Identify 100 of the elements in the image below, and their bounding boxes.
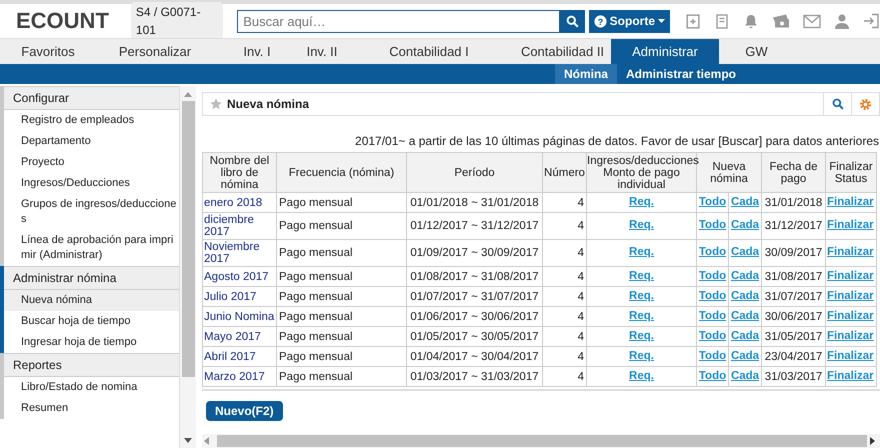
document-icon[interactable]: [714, 12, 730, 30]
link[interactable]: Req.: [629, 350, 654, 362]
menu-tab[interactable]: Favoritos: [0, 39, 96, 64]
panel-title: Nueva nómina: [227, 96, 310, 113]
ticket-icon[interactable]: [772, 12, 790, 30]
search-icon: [832, 98, 844, 110]
table-cell: 31/08/2017: [762, 266, 826, 286]
table-cell: 01/04/2017 ~ 30/04/2017: [406, 346, 542, 366]
table-cell: 31/03/2017: [762, 366, 826, 386]
table-cell: Pago mensual: [276, 326, 406, 346]
sub-tab[interactable]: Administrar tiempo: [616, 64, 745, 84]
table-cell[interactable]: Julio 2017: [202, 286, 276, 306]
menu-tab[interactable]: Administrar: [611, 39, 719, 64]
table-cell: 23/04/2017: [762, 346, 826, 366]
table-cell: 4: [542, 286, 586, 306]
table-cell: Pago mensual: [276, 306, 406, 326]
company-code: S4 / G0071-101: [130, 2, 224, 40]
add-document-icon[interactable]: [684, 12, 701, 30]
table-cell[interactable]: Marzo 2017: [202, 366, 276, 386]
table-cell[interactable]: Mayo 2017: [202, 326, 276, 346]
table-cell: 4: [542, 192, 586, 212]
column-header: Finalizar Status: [826, 152, 876, 192]
table-cell: 4: [542, 212, 586, 240]
table-cell: Pago mensual: [276, 192, 406, 212]
search-icon: [566, 14, 579, 28]
column-header: Nombre del libro de nómina: [202, 152, 276, 192]
person-icon[interactable]: [834, 13, 850, 29]
table-cell: 4: [542, 326, 586, 346]
table-cell: 30/09/2017: [762, 240, 826, 266]
table-cell: 4: [542, 346, 586, 366]
table-cell[interactable]: diciembre 2017: [202, 212, 276, 240]
link[interactable]: Req.: [629, 370, 654, 382]
ecount-logo[interactable]: ECOUNT: [16, 6, 109, 36]
vertical-scrollbar[interactable]: [180, 86, 196, 448]
section-header[interactable]: Administrar nómina: [4, 266, 179, 290]
table-cell[interactable]: enero 2018: [202, 192, 276, 212]
search-field[interactable]: Buscar aquí…: [237, 10, 560, 32]
table-cell: 31/07/2017: [762, 286, 826, 306]
table-cell: 31/01/2018: [762, 192, 826, 212]
bell-icon[interactable]: [743, 12, 759, 30]
scroll-down-icon[interactable]: [184, 438, 192, 443]
section-header[interactable]: Reportes: [4, 353, 179, 377]
table-cell: 4: [542, 266, 586, 286]
sub-tab[interactable]: Nómina: [554, 64, 617, 84]
table-cell: Pago mensual: [276, 266, 406, 286]
help-icon: ?: [594, 14, 607, 28]
menu-tab[interactable]: Contabilidad I: [344, 39, 514, 64]
table-cell[interactable]: Agosto 2017: [202, 266, 276, 286]
scrollbar-thumb[interactable]: [182, 101, 194, 377]
table-cell: 01/12/2017 ~ 31/12/2017: [406, 212, 542, 240]
menu-tab[interactable]: Personalizar: [96, 39, 214, 64]
table-cell: Pago mensual: [276, 240, 406, 266]
menu-tab[interactable]: Contabilidad II: [514, 39, 611, 64]
menu-tab[interactable]: Inv. I: [214, 39, 300, 64]
table-cell: 01/06/2017 ~ 30/06/2017: [406, 306, 542, 326]
link[interactable]: Req.: [629, 330, 654, 342]
column-header: Fecha de pago: [762, 152, 826, 192]
table-cell: 01/07/2017 ~ 31/07/2017: [406, 286, 542, 306]
column-header: Período: [406, 152, 542, 192]
link[interactable]: Req.: [629, 219, 654, 232]
link[interactable]: Req.: [629, 290, 654, 302]
section-header[interactable]: Configurar: [4, 86, 179, 110]
table-cell: 31/12/2017: [762, 212, 826, 240]
table-cell: 01/01/2018 ~ 31/01/2018: [406, 192, 542, 212]
menu-tab[interactable]: Inv. II: [300, 39, 344, 64]
search-button[interactable]: [560, 10, 585, 32]
logout-icon[interactable]: [863, 13, 880, 29]
table-cell: Pago mensual: [276, 212, 406, 240]
table-cell: Pago mensual: [276, 346, 406, 366]
sidebar-item[interactable]: Nueva nómina: [4, 290, 179, 311]
new-button[interactable]: Nuevo(F2): [206, 401, 283, 422]
column-header: Número: [542, 152, 586, 192]
table-cell[interactable]: Abril 2017: [202, 346, 276, 366]
table-cell: 4: [542, 366, 586, 386]
table-cell[interactable]: Noviembre 2017: [202, 240, 276, 266]
scroll-left-icon[interactable]: [204, 437, 209, 446]
scroll-up-icon[interactable]: [184, 92, 192, 97]
scroll-right-icon[interactable]: [870, 437, 875, 446]
table-cell: Pago mensual: [276, 366, 406, 386]
star-icon[interactable]: [210, 98, 222, 110]
table-cell: 01/08/2017 ~ 31/08/2017: [406, 266, 542, 286]
table-cell: 01/03/2017 ~ 31/03/2017: [406, 366, 542, 386]
table-cell: 30/06/2017: [762, 306, 826, 326]
support-button[interactable]: ? Soporte: [588, 10, 670, 32]
table-cell: 01/09/2017 ~ 30/09/2017: [406, 240, 542, 266]
mail-icon[interactable]: [803, 14, 821, 28]
menu-tab[interactable]: GW: [719, 39, 794, 64]
table-cell: 4: [542, 240, 586, 266]
link[interactable]: Req.: [629, 270, 654, 282]
link[interactable]: Req.: [629, 246, 654, 258]
link[interactable]: Req.: [629, 196, 654, 208]
caret-icon: [658, 19, 665, 23]
link[interactable]: Req.: [629, 310, 654, 322]
settings-icon: [859, 98, 872, 110]
table-cell[interactable]: Junio Nomina: [202, 306, 276, 326]
column-header: Ingresos/deducciones Monto de pago individual: [586, 152, 696, 192]
notice-text: 2017/01~ a partir de las 10 últimas páginas de datos. Favor de usar [Buscar] para datos anteriores: [354, 133, 880, 150]
table-cell: Pago mensual: [276, 286, 406, 306]
table-cell: 4: [542, 306, 586, 326]
table-cell: 01/05/2017 ~ 30/05/2017: [406, 326, 542, 346]
